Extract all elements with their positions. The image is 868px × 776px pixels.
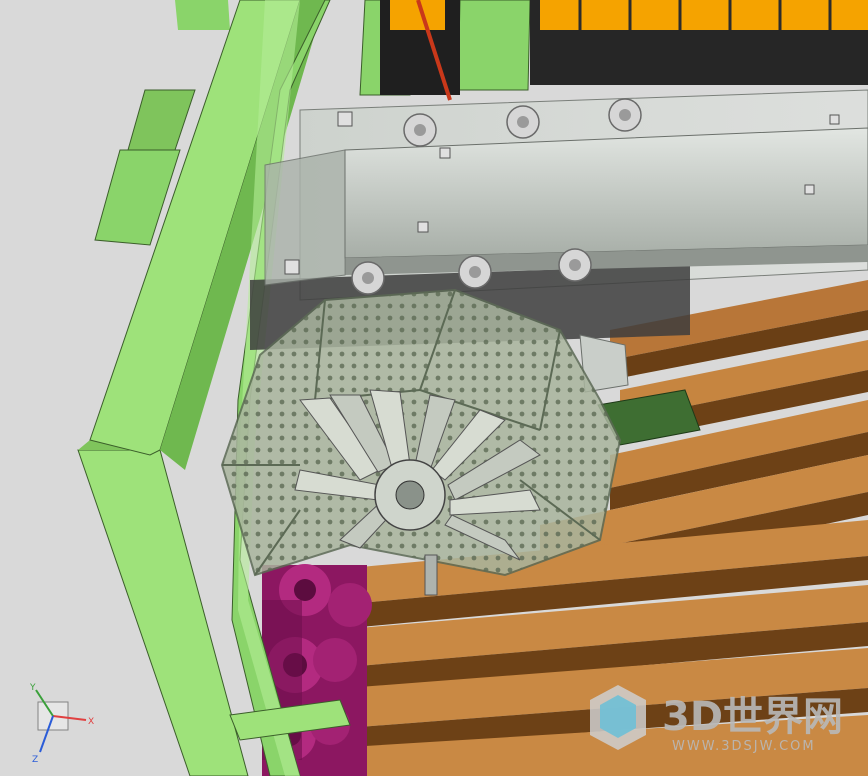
model-canvas[interactable]: X Y Z 3D世界网 WWW.3DSJW.COM bbox=[0, 0, 868, 776]
cad-viewport[interactable]: X Y Z 3D世界网 WWW.3DSJW.COM bbox=[0, 0, 868, 776]
watermark-text: 3D世界网 bbox=[662, 694, 843, 740]
y-axis-label: Y bbox=[29, 683, 36, 693]
z-axis-label: Z bbox=[32, 755, 38, 765]
watermark-url: WWW.3DSJW.COM bbox=[672, 739, 816, 754]
x-axis-label: X bbox=[88, 717, 94, 727]
top-bins bbox=[380, 0, 868, 101]
watermark: 3D世界网 WWW.3DSJW.COM bbox=[590, 685, 843, 754]
